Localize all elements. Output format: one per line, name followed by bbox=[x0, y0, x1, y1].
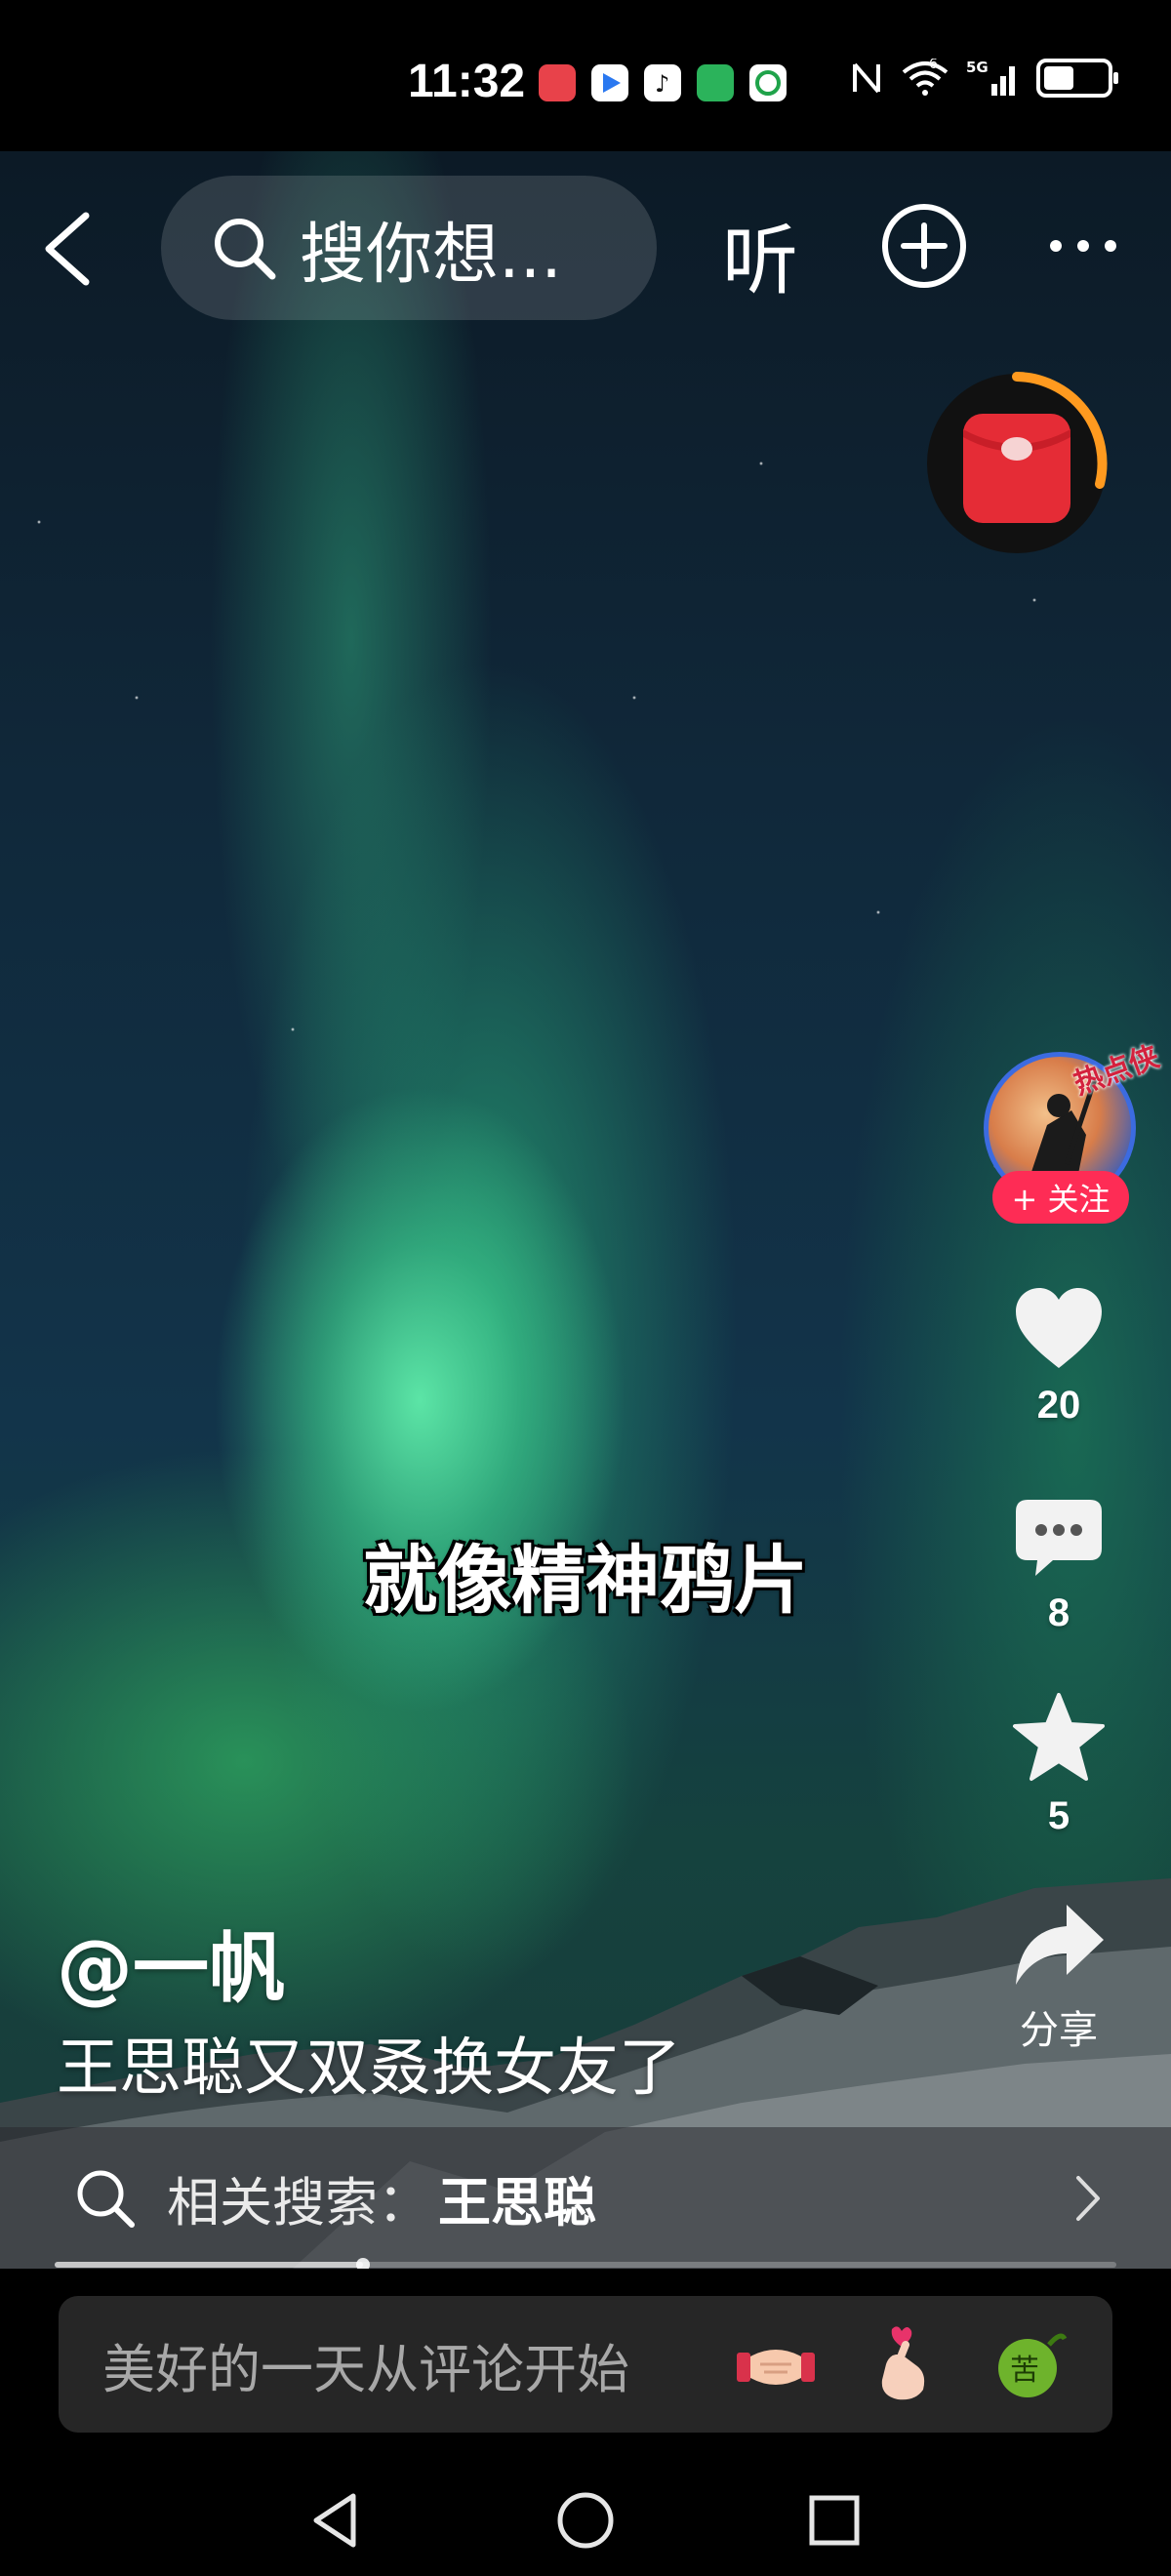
follow-button[interactable]: + 关注 bbox=[992, 1171, 1129, 1224]
comment-bar: 美好的一天从评论开始 苦 bbox=[0, 2269, 1171, 2469]
progress-fill bbox=[55, 2262, 363, 2268]
search-icon bbox=[77, 2170, 135, 2228]
video-caption[interactable]: 王思聪又双叒换女友了 bbox=[57, 2018, 681, 2108]
video-player-icon bbox=[591, 64, 628, 101]
wifi-icon: 6 bbox=[902, 59, 949, 96]
related-search-term: 王思聪 bbox=[438, 2172, 596, 2234]
finger-heart-emoji[interactable] bbox=[859, 2320, 947, 2408]
status-time: 11:32 bbox=[408, 56, 526, 107]
svg-text:6: 6 bbox=[929, 59, 938, 72]
svg-text:5G: 5G bbox=[966, 59, 989, 76]
more-options-icon[interactable] bbox=[1049, 239, 1117, 253]
favorite-button[interactable]: 5 bbox=[995, 1693, 1122, 1838]
system-navigation-bar bbox=[0, 2469, 1171, 2576]
bitter-melon-emoji[interactable]: 苦 bbox=[986, 2320, 1073, 2408]
video-subtitle: 就像精神鸦片 bbox=[363, 1537, 808, 1624]
douyin-lite-icon: ♪ bbox=[644, 64, 681, 101]
like-button[interactable]: 20 bbox=[995, 1286, 1122, 1428]
battery-icon bbox=[1036, 59, 1118, 98]
listen-button[interactable]: 听 bbox=[722, 200, 798, 309]
nfc-icon bbox=[853, 62, 880, 94]
handshake-emoji[interactable] bbox=[732, 2320, 820, 2408]
search-icon bbox=[215, 219, 276, 280]
red-packet-timer-button[interactable] bbox=[922, 369, 1112, 559]
author-name[interactable]: @一帆 bbox=[57, 1908, 285, 2017]
share-label: 分享 bbox=[1020, 2008, 1098, 2053]
svg-text:♪: ♪ bbox=[655, 70, 669, 98]
star-icon bbox=[1013, 1693, 1105, 1781]
svg-text:苦: 苦 bbox=[1010, 2354, 1039, 2388]
green-app-icon bbox=[697, 64, 734, 101]
nav-back-icon[interactable] bbox=[303, 2486, 371, 2555]
huawei-appgallery-icon bbox=[539, 64, 576, 101]
favorite-count: 5 bbox=[1047, 1794, 1070, 1837]
search-bar[interactable]: 搜你想... bbox=[161, 176, 657, 320]
like-count: 20 bbox=[1036, 1384, 1081, 1427]
nav-home-icon[interactable] bbox=[551, 2486, 620, 2555]
nav-recents-icon[interactable] bbox=[800, 2486, 868, 2555]
status-bar: 11:32 ♪ 6 5G bbox=[0, 0, 1171, 151]
share-button[interactable]: 分享 bbox=[995, 1901, 1122, 2055]
search-placeholder: 搜你想... bbox=[300, 216, 562, 294]
comment-placeholder: 美好的一天从评论开始 bbox=[102, 2338, 629, 2400]
create-post-button[interactable] bbox=[880, 202, 968, 290]
share-arrow-icon bbox=[1016, 1905, 1104, 1985]
comment-input[interactable]: 美好的一天从评论开始 苦 bbox=[59, 2296, 1112, 2433]
related-search-prefix: 相关搜索： bbox=[167, 2172, 430, 2234]
back-button[interactable] bbox=[39, 210, 98, 288]
video-progress-bar[interactable] bbox=[55, 2258, 1116, 2272]
related-search-bar[interactable]: 相关搜索： 王思聪 bbox=[0, 2127, 1171, 2269]
signal-icon: 5G bbox=[966, 59, 1015, 96]
china-mobile-icon bbox=[749, 64, 787, 101]
system-status-icons: 6 5G bbox=[849, 59, 1118, 98]
chevron-right-icon bbox=[1076, 2176, 1100, 2221]
heart-icon bbox=[1016, 1288, 1102, 1368]
top-navigation: 搜你想... 听 bbox=[0, 171, 1171, 327]
